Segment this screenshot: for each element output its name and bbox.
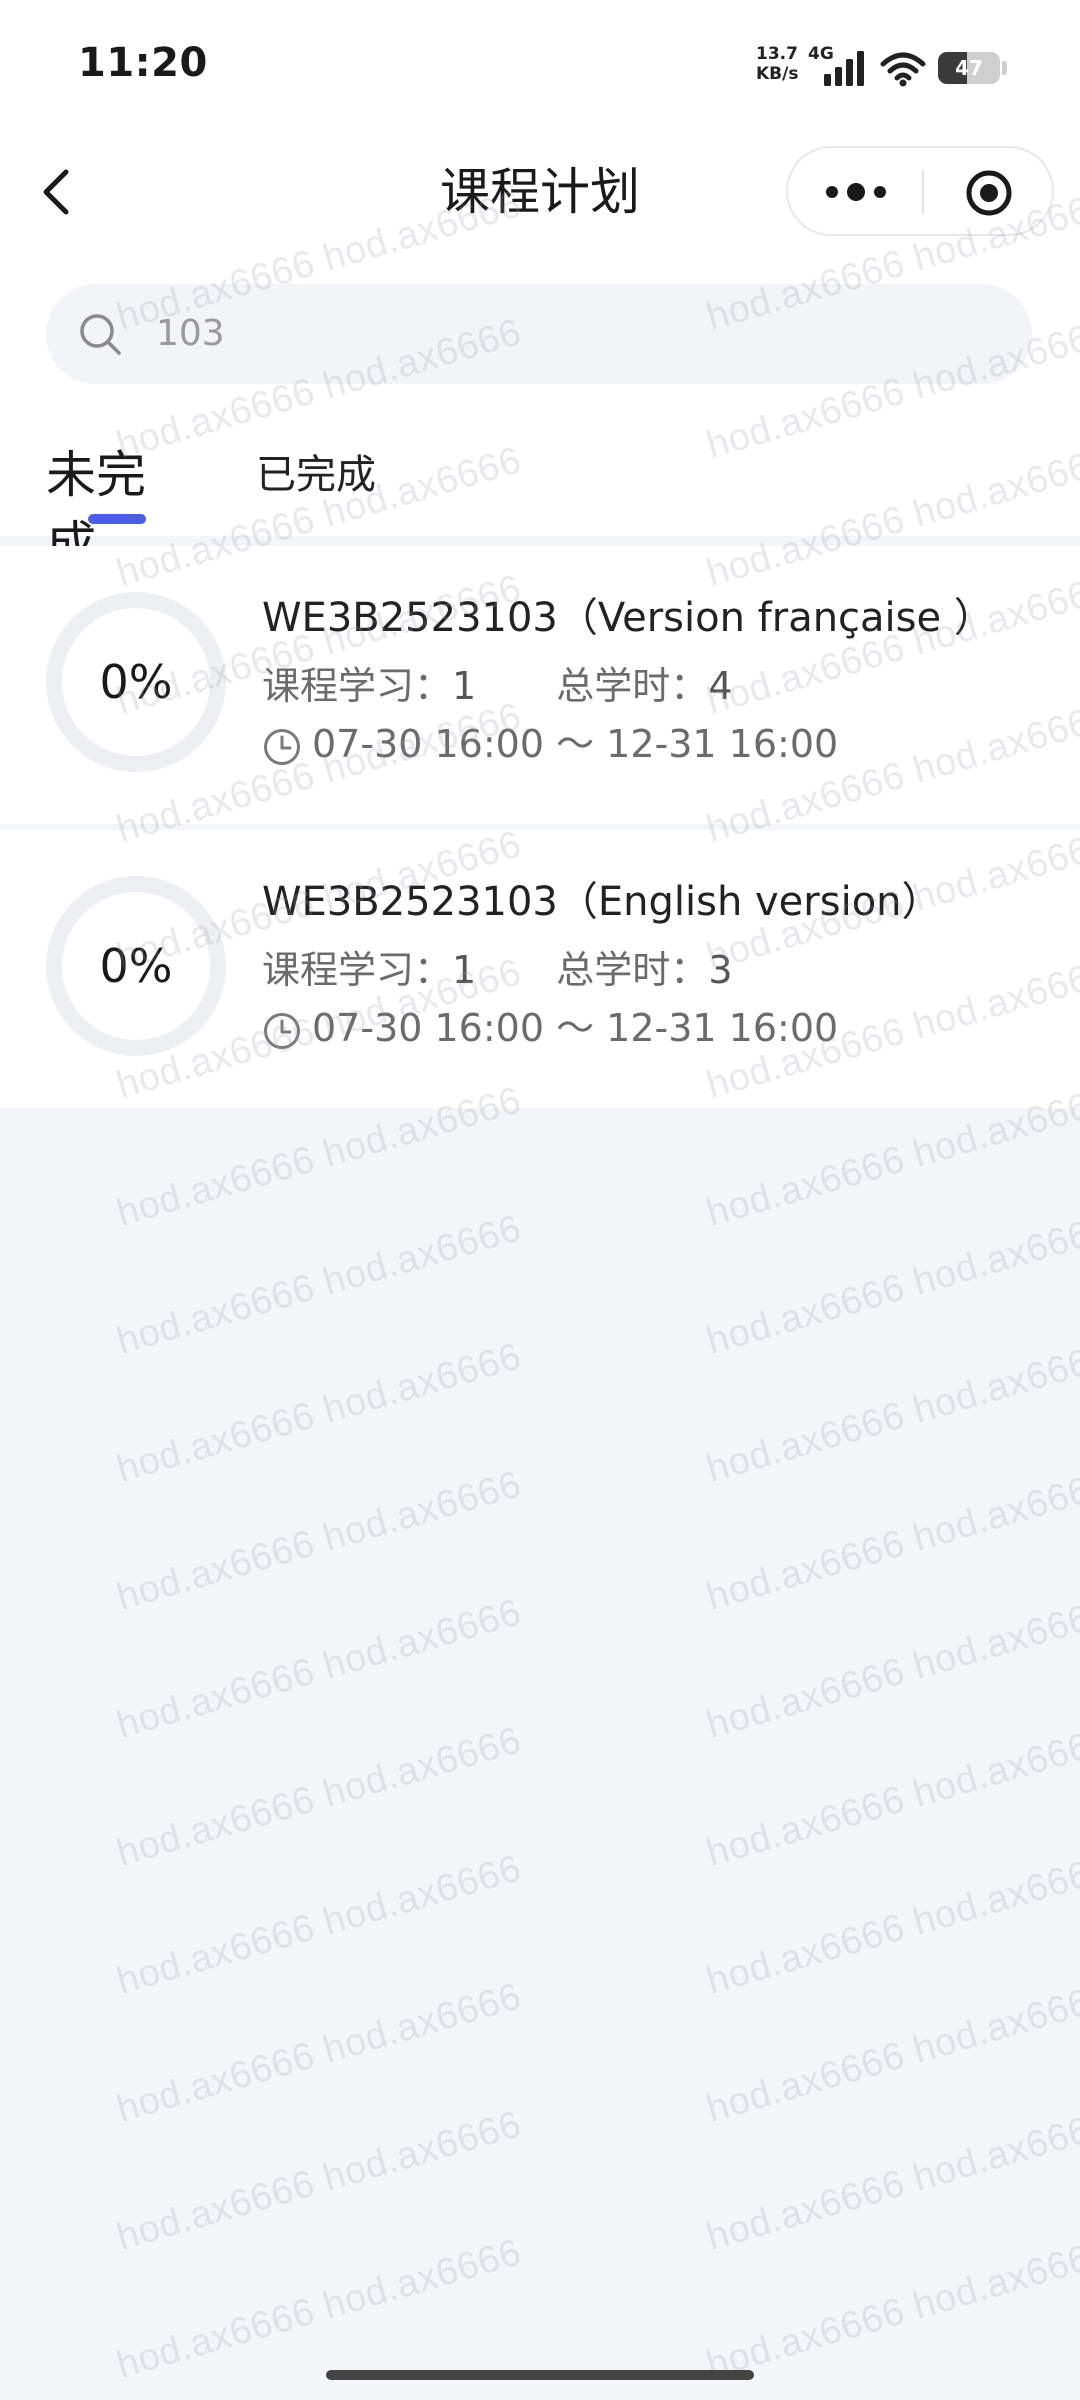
course-meta: 课程学习：1 总学时：4 [262, 660, 733, 712]
watermark-text: hod.ax6666 hod.ax6666 [702, 1975, 1080, 2131]
course-card[interactable]: 0% WE3B2523103（English version） 课程学习：1 总… [0, 830, 1080, 1108]
watermark-text: hod.ax6666 hod.ax6666 [112, 1847, 526, 2003]
study-value: 1 [452, 664, 477, 708]
search-icon [80, 314, 121, 355]
progress-percent: 0% [99, 655, 173, 709]
course-meta: 课程学习：1 总学时：3 [262, 944, 733, 996]
wifi-icon [880, 52, 926, 87]
clock-icon [264, 1013, 300, 1049]
watermark-text: hod.ax6666 hod.ax6666 [112, 1463, 526, 1619]
watermark-text: hod.ax6666 hod.ax6666 [112, 1719, 526, 1875]
watermark-text: hod.ax6666 hod.ax6666 [112, 1975, 526, 2131]
more-icon[interactable] [818, 168, 894, 216]
back-icon[interactable] [30, 158, 90, 226]
search-bar[interactable]: 103 [46, 284, 1032, 384]
page-title: 课程计划 [440, 163, 640, 221]
hours-value: 4 [708, 664, 733, 708]
hours-label: 总学时： [556, 664, 709, 708]
miniprogram-capsule [786, 146, 1054, 236]
watermark-text: hod.ax6666 hod.ax6666 [112, 1591, 526, 1747]
watermark-text: hod.ax6666 hod.ax6666 [702, 1719, 1080, 1875]
active-tab-indicator [88, 514, 146, 524]
watermark-text: hod.ax6666 hod.ax6666 [112, 2103, 526, 2259]
study-value: 1 [452, 948, 477, 992]
battery-tip [1002, 61, 1007, 75]
close-miniprogram-icon[interactable] [964, 168, 1014, 218]
course-title: WE3B2523103（Version française ） [262, 595, 994, 641]
search-input[interactable]: 103 [156, 304, 225, 364]
course-time-range: 07-30 16:00 ～ 12-31 16:00 [312, 1006, 839, 1050]
progress-percent: 0% [99, 939, 173, 993]
watermark-text: hod.ax6666 hod.ax6666 [702, 1591, 1080, 1747]
watermark-text: hod.ax6666 hod.ax6666 [112, 1207, 526, 1363]
course-list: 0% WE3B2523103（Version française ） 课程学习：… [0, 546, 1080, 1114]
study-label: 课程学习： [262, 948, 453, 992]
course-title: WE3B2523103（English version） [262, 879, 942, 925]
hours-label: 总学时： [556, 948, 709, 992]
watermark-text: hod.ax6666 hod.ax6666 [702, 1335, 1080, 1491]
signal-icon [824, 51, 864, 86]
watermark-text: hod.ax6666 hod.ax6666 [112, 1335, 526, 1491]
watermark-text: hod.ax6666 hod.ax6666 [702, 1847, 1080, 2003]
status-bar: 11:20 13.7 KB/s 4G 47 [0, 0, 1080, 130]
clock-icon [264, 729, 300, 765]
network-speed: 13.7 KB/s [756, 44, 799, 84]
battery-icon: 47 [938, 52, 1000, 84]
capsule-divider [922, 170, 924, 214]
home-indicator[interactable] [326, 2370, 754, 2380]
watermark-text: hod.ax6666 hod.ax6666 [112, 2231, 526, 2387]
tab-incomplete[interactable]: 未完成 [46, 440, 186, 574]
watermark-text: hod.ax6666 hod.ax6666 [702, 1207, 1080, 1363]
hours-value: 3 [708, 948, 733, 992]
course-time-range: 07-30 16:00 ～ 12-31 16:00 [312, 722, 839, 766]
status-time: 11:20 [78, 40, 208, 86]
watermark-text: hod.ax6666 hod.ax6666 [702, 2103, 1080, 2259]
course-card[interactable]: 0% WE3B2523103（Version française ） 课程学习：… [0, 546, 1080, 824]
tab-completed[interactable]: 已完成 [256, 440, 386, 510]
watermark-text: hod.ax6666 hod.ax6666 [702, 1463, 1080, 1619]
watermark-text: hod.ax6666 hod.ax6666 [702, 2231, 1080, 2387]
study-label: 课程学习： [262, 664, 453, 708]
battery-level: 47 [955, 56, 983, 80]
